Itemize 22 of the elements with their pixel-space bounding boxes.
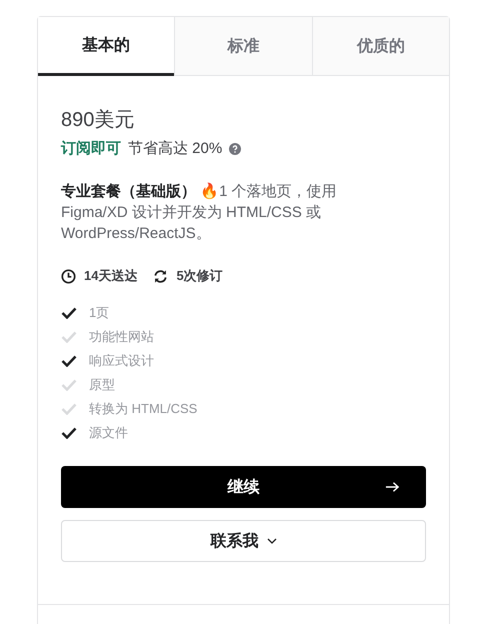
savings-note: 节省高达 20% <box>128 139 222 158</box>
contact-button[interactable]: 联系我 <box>61 520 426 562</box>
clock-icon <box>61 268 76 284</box>
package-tab[interactable]: 标准 <box>174 17 312 76</box>
help-icon[interactable] <box>229 142 242 154</box>
package-tab[interactable]: 优质的 <box>312 17 449 76</box>
feature-label: 转换为 HTML/CSS <box>89 400 198 418</box>
refresh-icon <box>153 268 168 284</box>
feature-label: 1页 <box>89 304 110 322</box>
package-description: 专业套餐（基础版） 🔥1 个落地页，使用 Figma/XD 设计并开发为 HTML/CSS 或 WordPress/ReactJS。 <box>61 182 338 244</box>
arrow-icon <box>385 481 400 493</box>
delivery-info: 14天送达 <box>84 267 138 285</box>
feature-label: 功能性网站 <box>89 328 154 346</box>
subscribe-label: 订阅即可 <box>61 139 121 158</box>
continue-button[interactable]: 继续 <box>61 466 426 508</box>
delivery-info: 5次修订 <box>176 267 223 285</box>
price: 890美元 <box>61 108 136 133</box>
feature-label: 源文件 <box>89 424 128 442</box>
package-tab[interactable]: 基本的 <box>38 17 174 76</box>
feature-label: 响应式设计 <box>89 352 154 370</box>
caret-icon <box>266 538 276 544</box>
feature-label: 原型 <box>89 376 115 394</box>
